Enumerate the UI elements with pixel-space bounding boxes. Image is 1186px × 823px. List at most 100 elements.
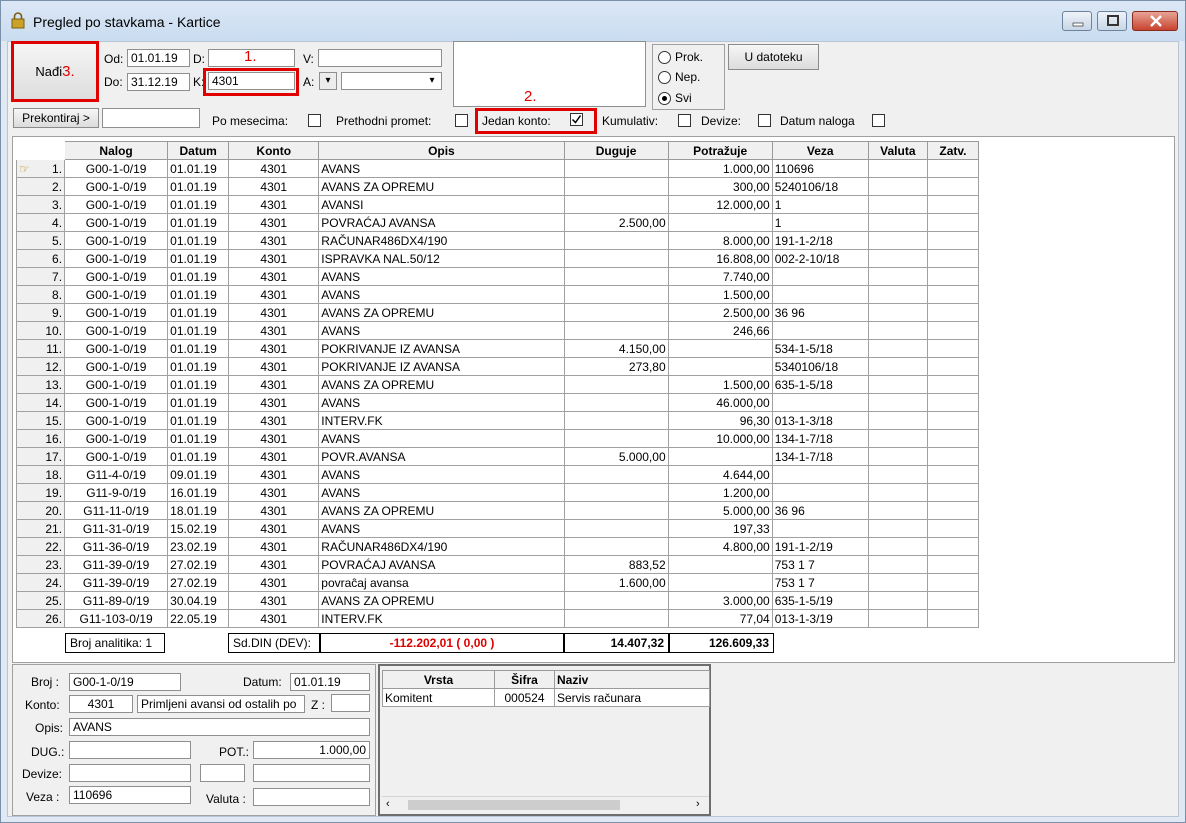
scroll-left-icon[interactable]: ‹ [386, 798, 390, 810]
detail-broj-field[interactable]: G00-1-0/19 [69, 673, 181, 691]
scrollbar-thumb[interactable] [408, 800, 620, 810]
analytics-col-sifra[interactable]: Šifra [494, 670, 555, 689]
detail-opis-field[interactable]: AVANS [69, 718, 370, 736]
export-file-button[interactable]: U datoteku [728, 44, 819, 70]
table-row[interactable]: ☞ 1. G00-1-0/19 01.01.19 4301 AVANS 1.000,00 11… [15, 159, 980, 178]
table-row[interactable]: 16. G00-1-0/19 01.01.19 4301 AVANS 10.000,00 1… [15, 429, 980, 448]
detail-devize-field-2[interactable] [200, 764, 245, 782]
table-row[interactable]: 7. G00-1-0/19 01.01.19 4301 AVANS 7.740,00 [15, 267, 980, 286]
detail-pot-field[interactable]: 1.000,00 [253, 741, 370, 759]
cell-veza [771, 393, 869, 412]
table-row[interactable]: 11. G00-1-0/19 01.01.19 4301 POKRIVANJE IZ A… [15, 339, 980, 358]
cell-potrazuje: 16.808,00 [667, 249, 773, 268]
col-header-nalog[interactable]: Nalog [64, 141, 169, 160]
col-header-konto[interactable]: Konto [228, 141, 320, 160]
col-header-duguje[interactable]: Duguje [563, 141, 669, 160]
datum-naloga-checkbox[interactable] [872, 114, 885, 127]
annotation-box-find [11, 41, 99, 102]
table-row[interactable]: 14. G00-1-0/19 01.01.19 4301 AVANS 46.000,00 [15, 393, 980, 412]
prekontiraj-button[interactable]: Prekontiraj > [13, 108, 99, 128]
table-row[interactable]: 9. G00-1-0/19 01.01.19 4301 AVANS ZA OPREMU 2… [15, 303, 980, 322]
col-header-opis[interactable]: Opis [318, 141, 565, 160]
table-row[interactable]: 25. G11-89-0/19 30.04.19 4301 AVANS ZA OPREM… [15, 591, 980, 610]
horizontal-scrollbar[interactable]: ‹ › [382, 796, 709, 812]
table-row[interactable]: 10. G00-1-0/19 01.01.19 4301 AVANS 246,66 [15, 321, 980, 340]
v-field[interactable] [318, 49, 442, 67]
table-row[interactable]: 2. G00-1-0/19 01.01.19 4301 AVANS ZA OPREMU 3… [15, 177, 980, 196]
notes-box[interactable] [453, 41, 646, 107]
cell-potrazuje: 5.000,00 [667, 501, 773, 520]
prethodni-promet-checkbox[interactable] [455, 114, 468, 127]
analytics-row[interactable]: Komitent 000524 Servis računara [382, 688, 710, 707]
detail-veza-field[interactable]: 110696 [69, 786, 191, 804]
cell-konto: 4301 [228, 321, 320, 340]
table-row[interactable]: 17. G00-1-0/19 01.01.19 4301 POVR.AVANSA 5.00… [15, 447, 980, 466]
detail-konto-name[interactable]: Primljeni avansi od ostalih po [137, 695, 305, 713]
a-dropdown-small[interactable]: ▾ [319, 72, 337, 90]
table-row[interactable]: 20. G11-11-0/19 18.01.19 4301 AVANS ZA OPREM… [15, 501, 980, 520]
devize-checkbox[interactable] [758, 114, 771, 127]
cell-opis: ISPRAVKA NAL.50/12 [318, 249, 565, 268]
duguje-total: 14.407,32 [564, 633, 669, 653]
detail-broj-label: Broj : [31, 675, 60, 689]
table-row[interactable]: 21. G11-31-0/19 15.02.19 4301 AVANS 197,33 [15, 519, 980, 538]
table-row[interactable]: 8. G00-1-0/19 01.01.19 4301 AVANS 1.500,00 [15, 285, 980, 304]
cell-opis: AVANS [318, 159, 565, 178]
table-row[interactable]: 4. G00-1-0/19 01.01.19 4301 POVRAĆAJ AVANSA 2… [15, 213, 980, 232]
client-area: Nađi3. Od: 01.01.19 Do: 31.12.19 D: 1. K… [7, 41, 1179, 817]
table-row[interactable]: 22. G11-36-0/19 23.02.19 4301 RAČUNAR486DX4/… [15, 537, 980, 556]
detail-z-field[interactable] [331, 694, 370, 712]
col-header-veza[interactable]: Veza [771, 141, 869, 160]
scroll-right-icon[interactable]: › [696, 798, 700, 810]
col-header-datum[interactable]: Datum [167, 141, 230, 160]
detail-devize-field-1[interactable] [69, 764, 191, 782]
detail-konto-field[interactable]: 4301 [69, 695, 133, 713]
cell-potrazuje [667, 213, 773, 232]
row-number: 11. [15, 339, 66, 358]
analytics-col-naziv[interactable]: Naziv [554, 670, 710, 689]
do-date-field[interactable]: 31.12.19 [127, 73, 190, 91]
table-row[interactable]: 3. G00-1-0/19 01.01.19 4301 AVANSI 12.000,00 1 [15, 195, 980, 214]
cell-nalog: G00-1-0/19 [64, 213, 169, 232]
od-date-field[interactable]: 01.01.19 [127, 49, 190, 67]
cell-nalog: G11-103-0/19 [64, 609, 169, 628]
table-row[interactable]: 12. G00-1-0/19 01.01.19 4301 POKRIVANJE IZ A… [15, 357, 980, 376]
radio-svi[interactable] [658, 92, 671, 105]
col-header-valuta[interactable]: Valuta [867, 141, 928, 160]
detail-datum-field[interactable]: 01.01.19 [290, 673, 370, 691]
radio-nep[interactable] [658, 71, 671, 84]
col-header-zatv[interactable]: Zatv. [926, 141, 980, 160]
table-row[interactable]: 18. G11-4-0/19 09.01.19 4301 AVANS 4.644,00 [15, 465, 980, 484]
cell-nalog: G00-1-0/19 [64, 375, 169, 394]
detail-dug-field[interactable] [69, 741, 191, 759]
cell-potrazuje [667, 573, 773, 592]
cell-konto: 4301 [228, 303, 320, 322]
title-bar[interactable]: Pregled po stavkama - Kartice [1, 1, 1185, 41]
table-row[interactable]: 26. G11-103-0/19 22.05.19 4301 INTERV.FK 77,0… [15, 609, 980, 628]
table-row[interactable]: 24. G11-39-0/19 27.02.19 4301 povraĉaj avans… [15, 573, 980, 592]
analytics-col-vrsta[interactable]: Vrsta [382, 670, 495, 689]
table-row[interactable]: 13. G00-1-0/19 01.01.19 4301 AVANS ZA OPREMU… [15, 375, 980, 394]
table-row[interactable]: 15. G00-1-0/19 01.01.19 4301 INTERV.FK 96,30 0… [15, 411, 980, 430]
kumulativ-checkbox[interactable] [678, 114, 691, 127]
close-button[interactable] [1132, 11, 1178, 31]
detail-devize-field-3[interactable] [253, 764, 370, 782]
a-select-chevron-icon[interactable]: ▾ [423, 73, 441, 89]
detail-valuta-field[interactable] [253, 788, 370, 806]
cell-opis: RAČUNAR486DX4/190 [318, 231, 565, 250]
prekontiraj-field[interactable] [102, 108, 200, 128]
row-number: 3. [15, 195, 66, 214]
table-row[interactable]: 23. G11-39-0/19 27.02.19 4301 POVRAĆAJ AVANS… [15, 555, 980, 574]
table-row[interactable]: 19. G11-9-0/19 16.01.19 4301 AVANS 1.200,00 [15, 483, 980, 502]
jedan-konto-checkbox[interactable] [570, 113, 583, 126]
annotation-box-konto [203, 68, 299, 96]
maximize-button[interactable] [1097, 11, 1127, 31]
col-header-potrazuje[interactable]: Potražuje [667, 141, 773, 160]
table-row[interactable]: 6. G00-1-0/19 01.01.19 4301 ISPRAVKA NAL.50/… [15, 249, 980, 268]
minimize-button[interactable] [1062, 11, 1092, 31]
table-row[interactable]: 5. G00-1-0/19 01.01.19 4301 RAČUNAR486DX4/19… [15, 231, 980, 250]
radio-prok[interactable] [658, 51, 671, 64]
cell-valuta [867, 249, 928, 268]
po-mesecima-checkbox[interactable] [308, 114, 321, 127]
cell-konto: 4301 [228, 483, 320, 502]
